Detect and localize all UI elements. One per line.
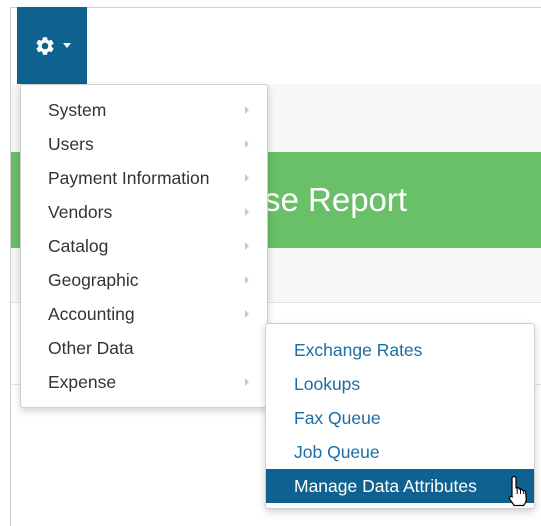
menu-item-users[interactable]: Users xyxy=(21,127,267,161)
menu-item-label: Payment Information xyxy=(48,167,210,188)
menu-item-label: System xyxy=(48,99,107,120)
submenu-item-label: Exchange Rates xyxy=(294,339,423,360)
other-data-submenu: Exchange Rates Lookups Fax Queue Job Que… xyxy=(265,323,535,509)
caret-down-icon xyxy=(62,43,71,48)
menu-item-label: Catalog xyxy=(48,235,109,256)
gear-icon xyxy=(35,36,54,55)
submenu-item-lookups[interactable]: Lookups xyxy=(266,367,534,401)
menu-item-label: Users xyxy=(48,133,94,154)
menu-item-label: Expense xyxy=(48,371,117,392)
chevron-right-icon xyxy=(245,242,249,250)
submenu-item-manage-data-attributes[interactable]: Manage Data Attributes xyxy=(266,469,534,503)
chevron-right-icon xyxy=(245,140,249,148)
chevron-right-icon xyxy=(245,174,249,182)
submenu-item-label: Lookups xyxy=(294,373,361,394)
submenu-item-label: Fax Queue xyxy=(294,407,381,428)
menu-item-payment-information[interactable]: Payment Information xyxy=(21,161,267,195)
chevron-right-icon xyxy=(245,378,249,386)
submenu-item-fax-queue[interactable]: Fax Queue xyxy=(266,401,534,435)
chevron-right-icon xyxy=(245,208,249,216)
menu-item-label: Vendors xyxy=(48,201,113,222)
menu-item-system[interactable]: System xyxy=(21,93,267,127)
submenu-item-job-queue[interactable]: Job Queue xyxy=(266,435,534,469)
chevron-right-icon xyxy=(245,276,249,284)
hand-pointer-icon xyxy=(508,475,527,507)
chevron-right-icon xyxy=(245,310,249,318)
submenu-item-label: Job Queue xyxy=(294,441,380,462)
chevron-right-icon xyxy=(245,106,249,114)
menu-item-expense[interactable]: Expense xyxy=(21,365,267,399)
menu-item-accounting[interactable]: Accounting xyxy=(21,297,267,331)
menu-item-geographic[interactable]: Geographic xyxy=(21,263,267,297)
settings-menu-button[interactable] xyxy=(17,7,87,84)
report-title: se Report xyxy=(264,181,408,218)
menu-item-vendors[interactable]: Vendors xyxy=(21,195,267,229)
menu-item-other-data[interactable]: Other Data xyxy=(21,331,267,365)
menu-item-label: Accounting xyxy=(48,303,135,324)
menu-item-label: Geographic xyxy=(48,269,139,290)
submenu-item-label: Manage Data Attributes xyxy=(294,475,477,496)
menu-item-catalog[interactable]: Catalog xyxy=(21,229,267,263)
submenu-item-exchange-rates[interactable]: Exchange Rates xyxy=(266,333,534,367)
menu-item-label: Other Data xyxy=(48,337,134,358)
settings-dropdown-menu: System Users Payment Information Vendors… xyxy=(20,84,268,408)
